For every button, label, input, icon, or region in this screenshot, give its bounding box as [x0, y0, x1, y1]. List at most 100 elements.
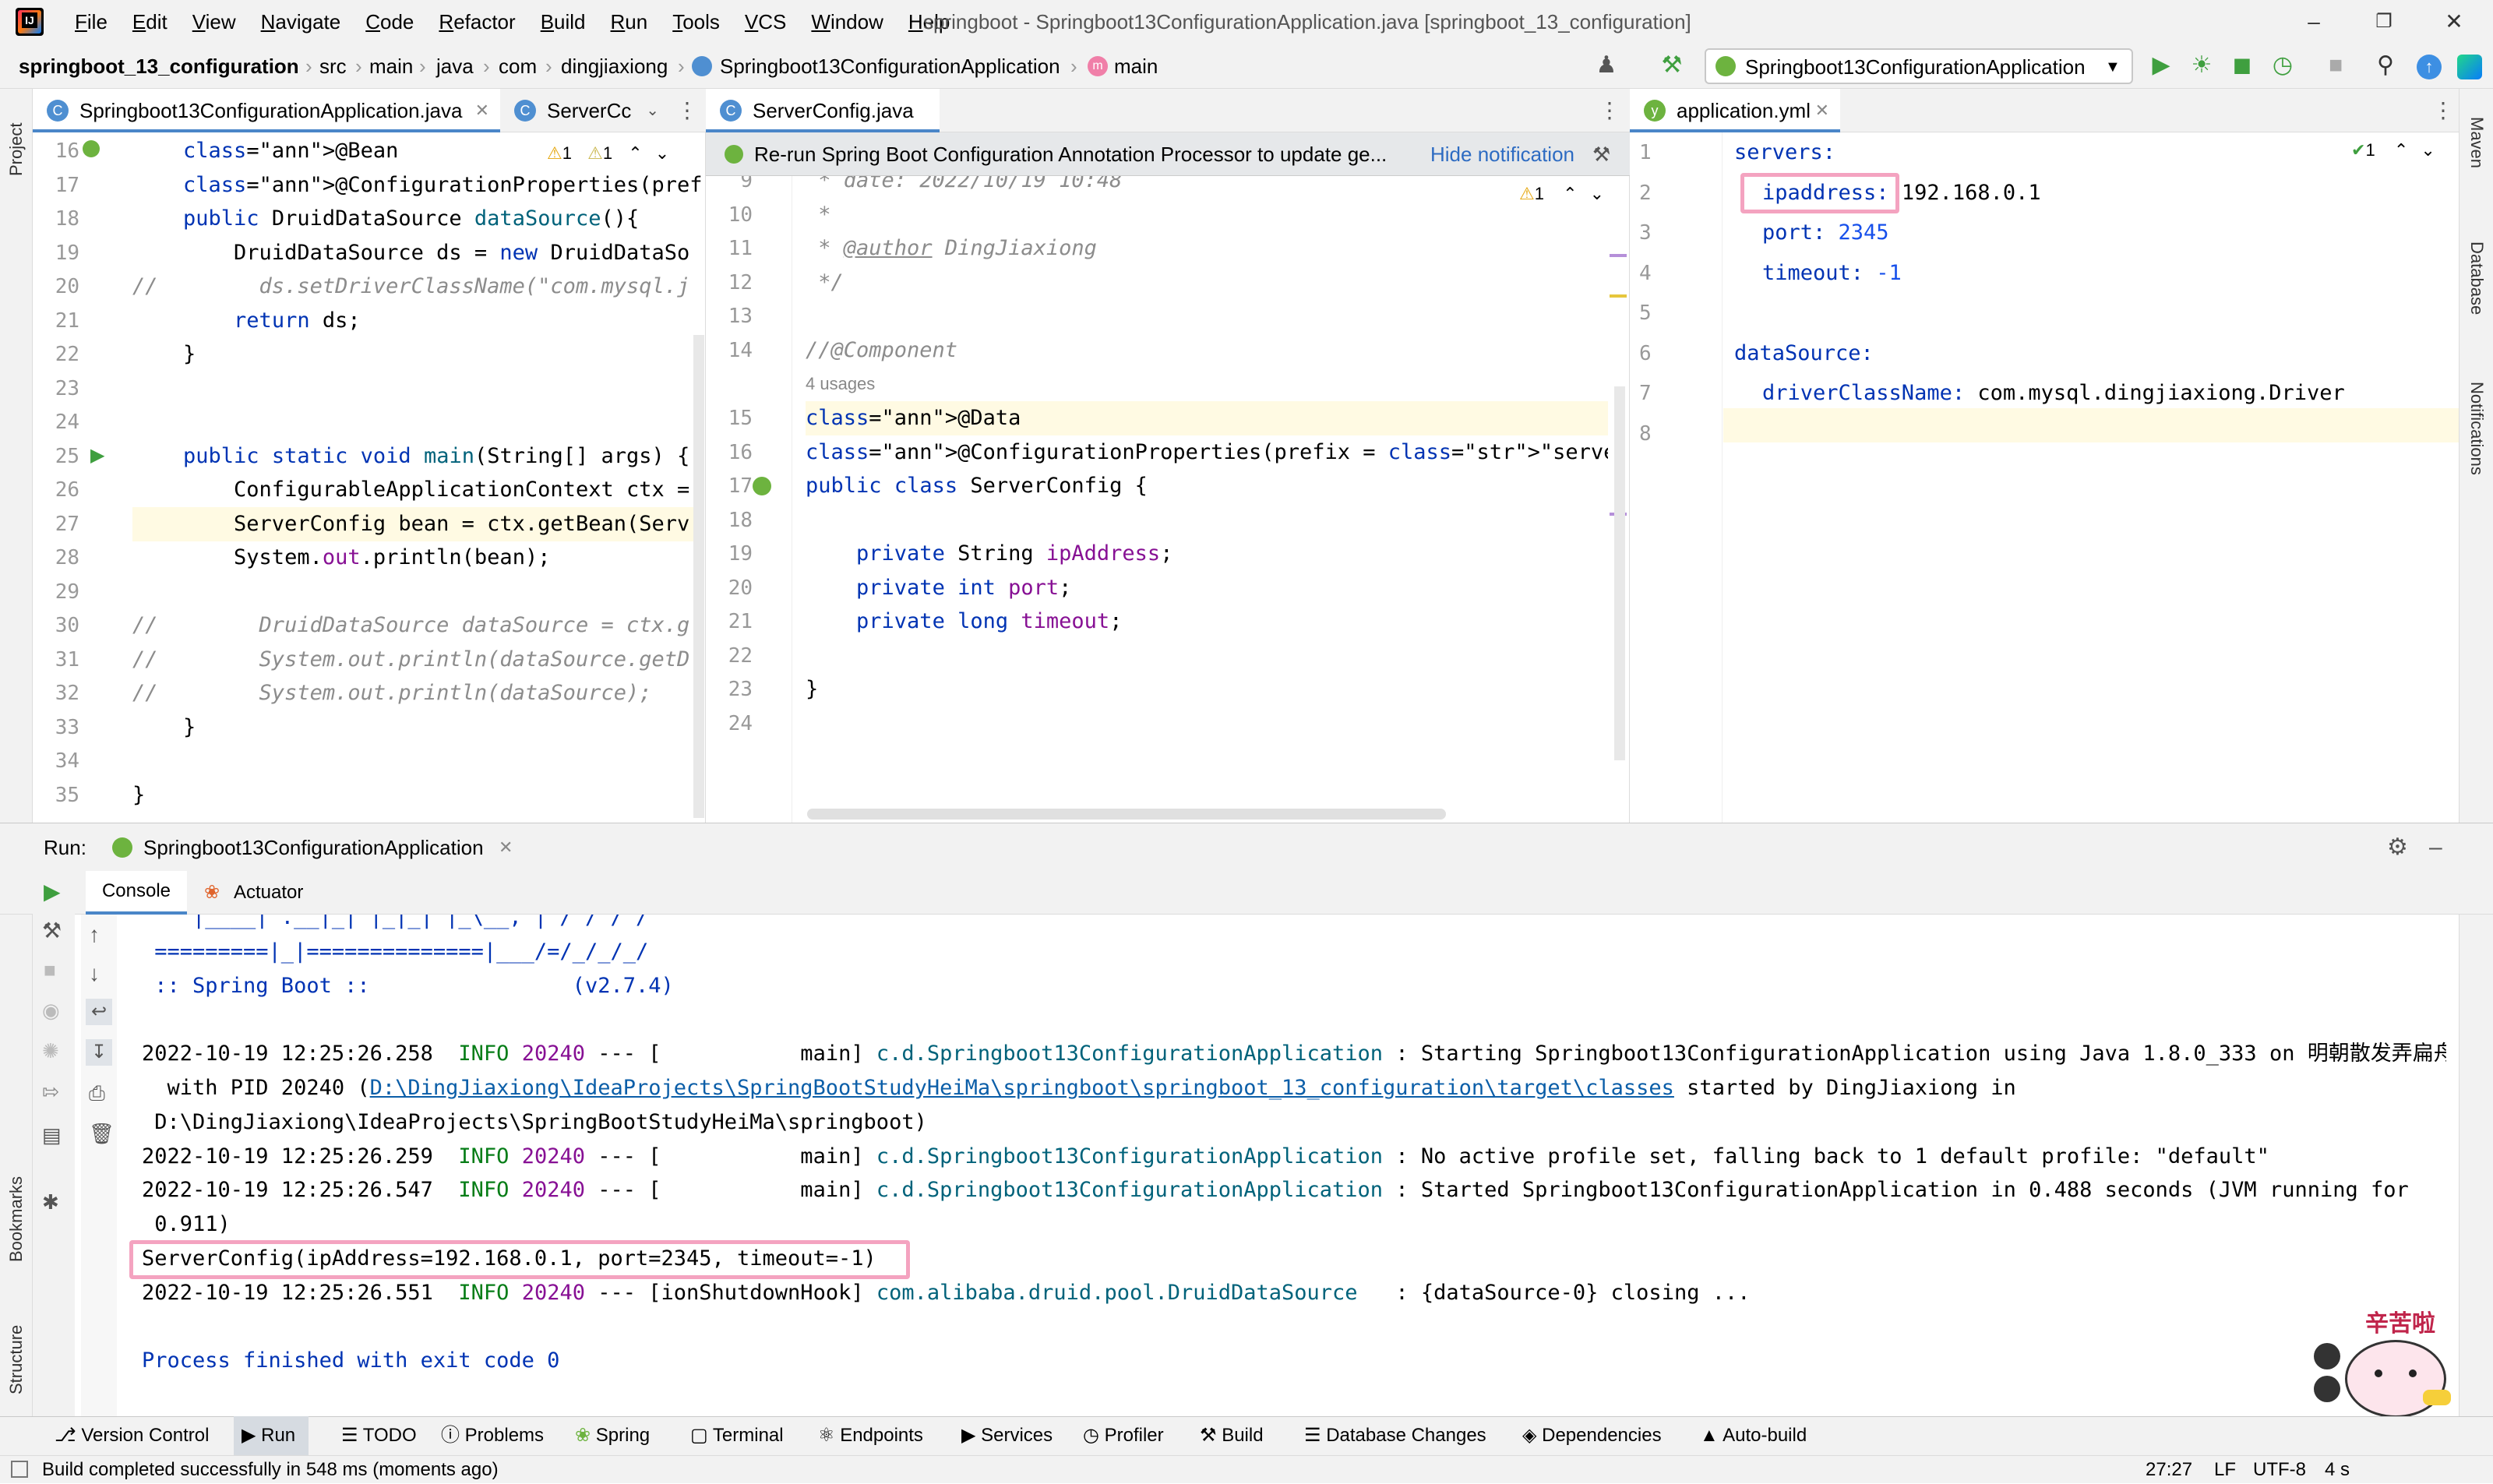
- tab-serverconfig-truncated[interactable]: C ServerCc ⌄: [500, 89, 664, 132]
- pin-icon[interactable]: ✱: [42, 1190, 59, 1214]
- tab-application-yml[interactable]: y application.yml ✕: [1630, 89, 1840, 132]
- editor2-hscrollbar[interactable]: [807, 809, 1446, 820]
- breadcrumb-java[interactable]: java: [436, 44, 474, 89]
- tool-services[interactable]: ▶ Services: [961, 1416, 1053, 1455]
- line-separator[interactable]: LF: [2214, 1456, 2236, 1484]
- restore-icon[interactable]: ❐: [2353, 0, 2415, 44]
- tool-endpoints[interactable]: ⚛ Endpoints: [818, 1416, 923, 1455]
- minimize-icon[interactable]: –: [2283, 0, 2345, 44]
- tab-springboot13-application[interactable]: C Springboot13ConfigurationApplication.j…: [33, 89, 500, 132]
- chevron-up-icon[interactable]: ⌃: [2394, 140, 2408, 160]
- stop-icon[interactable]: ■: [44, 958, 56, 982]
- menu-file[interactable]: File: [62, 0, 120, 44]
- bean-gutter-icon[interactable]: [83, 140, 100, 157]
- edit-config-icon[interactable]: ⚒: [42, 918, 62, 943]
- caret-position[interactable]: 27:27: [2146, 1456, 2192, 1484]
- menu-navigate[interactable]: Navigate: [249, 0, 354, 44]
- editor3[interactable]: 1 servers: 2 ipaddress: 192.168.0.1 3 port: 2…: [1630, 132, 2459, 823]
- file-encoding[interactable]: UTF-8: [2253, 1456, 2306, 1484]
- build-hammer-icon[interactable]: ⚒: [1655, 48, 1689, 83]
- scroll-to-end-icon[interactable]: ↧: [86, 1039, 112, 1066]
- chevron-down-icon[interactable]: ⌄: [646, 89, 659, 132]
- exit-icon[interactable]: ⇰: [42, 1080, 59, 1104]
- editor2[interactable]: 9 * date: 2022/10/19 10:48 10 * 11 * @auth…: [706, 176, 1630, 823]
- update-icon[interactable]: ↑: [2417, 55, 2442, 79]
- close-window-icon[interactable]: ✕: [2423, 0, 2485, 44]
- spring-bean-gutter-icon[interactable]: [753, 477, 771, 495]
- tab-menu-icon[interactable]: ⋮: [672, 89, 703, 132]
- chevron-down-icon[interactable]: ⌄: [655, 143, 669, 163]
- chevron-up-icon[interactable]: ⌃: [628, 143, 642, 163]
- rerun-icon[interactable]: ▶: [44, 879, 61, 904]
- database-tool-button[interactable]: Database: [2467, 241, 2487, 343]
- tool-spring[interactable]: ❀ Spring: [575, 1416, 650, 1455]
- minimize-panel-icon[interactable]: –: [2429, 823, 2442, 872]
- tool-terminal[interactable]: ▢ Terminal: [690, 1416, 784, 1455]
- editor2-scrollbar[interactable]: [1614, 386, 1625, 760]
- stop-icon[interactable]: ■: [2318, 48, 2353, 83]
- restore-layout-icon[interactable]: ✺: [42, 1039, 59, 1063]
- toolbox-icon[interactable]: [2457, 55, 2482, 79]
- tool-auto-build[interactable]: ▲ Auto-build: [1700, 1416, 1807, 1455]
- run-configuration-select[interactable]: Springboot13ConfigurationApplication ▼: [1705, 48, 2133, 84]
- editor1-scrollbar[interactable]: [693, 335, 704, 818]
- tool-problems[interactable]: ⓘ Problems: [441, 1416, 544, 1455]
- editor1[interactable]: 16 class="ann">@Bean 17 class="ann">@Conf…: [33, 132, 706, 823]
- maven-tool-button[interactable]: Maven: [2467, 117, 2487, 195]
- menu-vcs[interactable]: VCS: [732, 0, 799, 44]
- tool-version-control[interactable]: ⎇ Version Control: [55, 1416, 209, 1455]
- menu-window[interactable]: Window: [799, 0, 895, 44]
- tool-todo[interactable]: ☰ TODO: [341, 1416, 417, 1455]
- inspection-widget[interactable]: ⚠1 ⌃ ⌄: [1519, 184, 1604, 204]
- close-tab-icon[interactable]: ✕: [499, 823, 513, 872]
- project-tool-button[interactable]: Project: [6, 98, 26, 176]
- soft-wrap-icon[interactable]: ↩: [86, 999, 112, 1025]
- layout-icon[interactable]: ▤: [42, 1123, 62, 1147]
- tab-actuator[interactable]: Actuator: [234, 871, 303, 915]
- arrow-down-icon[interactable]: ↓: [89, 961, 100, 986]
- gear-icon[interactable]: ⚙: [2387, 823, 2408, 872]
- status-toggle-icon[interactable]: [11, 1461, 28, 1478]
- menu-code[interactable]: Code: [353, 0, 426, 44]
- debug-icon[interactable]: ☀: [2184, 48, 2219, 83]
- breadcrumb-class[interactable]: Springboot13ConfigurationApplication: [720, 44, 1060, 89]
- close-tab-icon[interactable]: ✕: [475, 89, 489, 132]
- user-icon[interactable]: ♟: [1589, 48, 1624, 83]
- coverage-icon[interactable]: ◼: [2225, 48, 2259, 83]
- inspection-widget[interactable]: ⚠1 ⚠1 ⌃ ⌄: [547, 143, 669, 164]
- search-icon[interactable]: ⚲: [2368, 48, 2403, 83]
- status-message[interactable]: Build completed successfully in 548 ms (…: [42, 1456, 499, 1484]
- breadcrumb-main[interactable]: main: [369, 44, 413, 89]
- inspection-widget[interactable]: ✔1 ⌃ ⌄: [2351, 140, 2435, 160]
- menu-refactor[interactable]: Refactor: [426, 0, 527, 44]
- tab-serverconfig[interactable]: C ServerConfig.java: [706, 89, 940, 132]
- tab-menu-icon[interactable]: ⋮: [2428, 89, 2459, 132]
- camera-icon[interactable]: ◉: [42, 999, 60, 1023]
- run-icon[interactable]: ▶: [2144, 48, 2178, 83]
- arrow-up-icon[interactable]: ↑: [89, 922, 100, 947]
- indent-setting[interactable]: 4 s: [2325, 1456, 2350, 1484]
- run-gutter-icon[interactable]: ▶: [90, 444, 104, 467]
- chevron-up-icon[interactable]: ⌃: [1563, 184, 1577, 203]
- usages-hint[interactable]: 4 usages: [806, 367, 875, 401]
- trash-icon[interactable]: 🗑: [89, 1122, 115, 1146]
- breadcrumb-com[interactable]: com: [499, 44, 537, 89]
- bookmarks-tool-button[interactable]: Bookmarks: [6, 1145, 26, 1262]
- tool-profiler[interactable]: ◷ Profiler: [1083, 1416, 1164, 1455]
- chevron-down-icon[interactable]: ⌄: [1590, 184, 1604, 203]
- breadcrumb-project[interactable]: springboot_13_configuration: [19, 44, 299, 89]
- tab-console[interactable]: Console: [86, 871, 187, 915]
- menu-tools[interactable]: Tools: [660, 0, 732, 44]
- notifications-tool-button[interactable]: Notifications: [2467, 382, 2487, 514]
- menu-edit[interactable]: Edit: [120, 0, 180, 44]
- console-output[interactable]: ' |____| .__|_| |_|_| |_\__, | / / / / =…: [117, 915, 2446, 1418]
- breadcrumb-package[interactable]: dingjiaxiong: [561, 44, 668, 89]
- chevron-down-icon[interactable]: ⌄: [2421, 140, 2435, 160]
- breadcrumb-src[interactable]: src: [319, 44, 347, 89]
- close-tab-icon[interactable]: ✕: [1815, 89, 1829, 132]
- tool-run[interactable]: ▶ Run: [234, 1416, 309, 1455]
- structure-tool-button[interactable]: Structure: [6, 1293, 26, 1394]
- menu-run[interactable]: Run: [598, 0, 661, 44]
- menu-view[interactable]: View: [180, 0, 249, 44]
- breadcrumb-method[interactable]: main: [1114, 44, 1158, 89]
